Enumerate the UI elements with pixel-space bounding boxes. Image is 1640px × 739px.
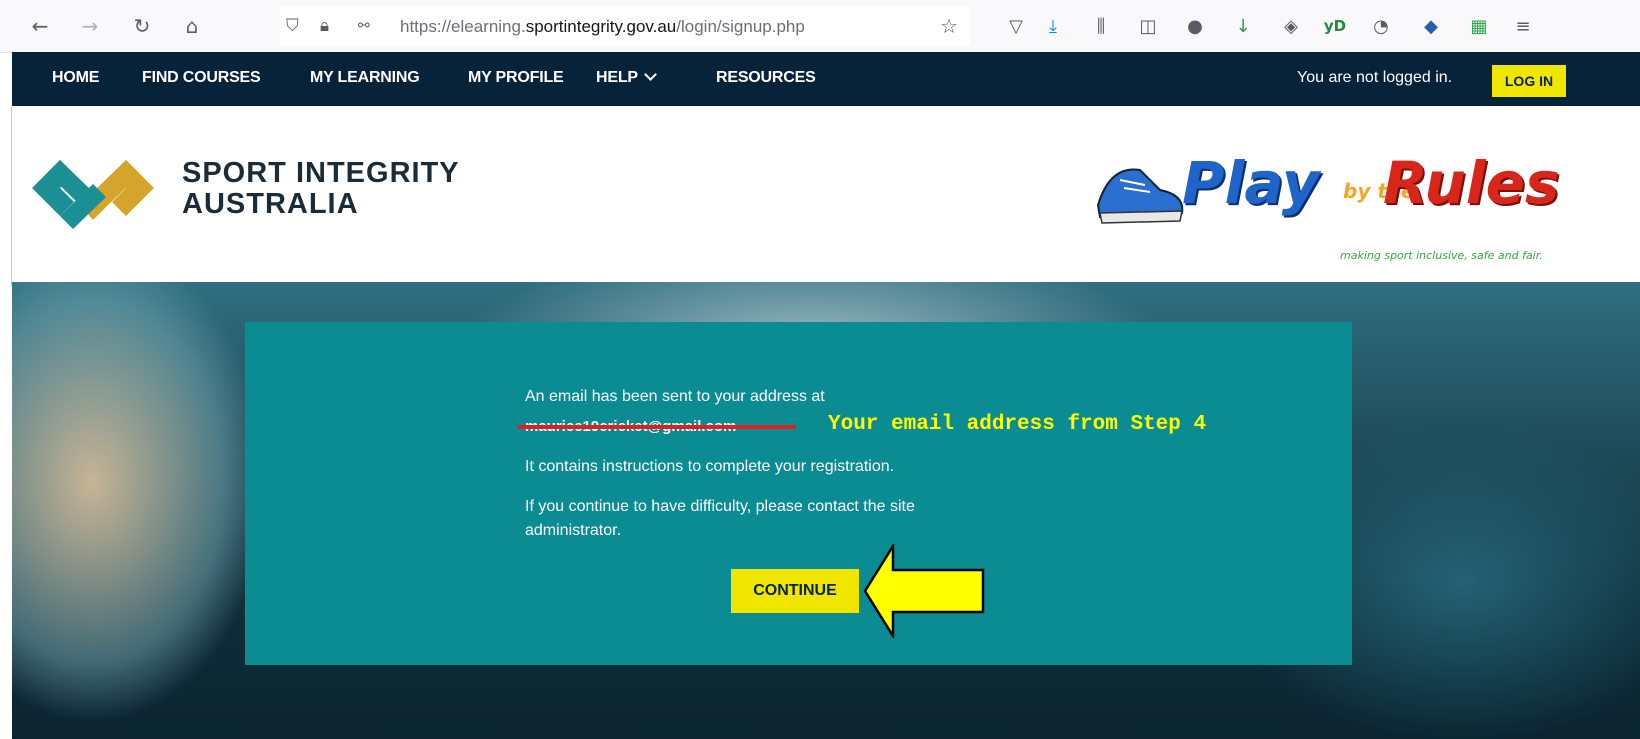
nav-home[interactable]: HOME xyxy=(52,69,99,87)
annotation-text: Your email address from Step 4 xyxy=(828,413,1207,436)
nav-my-profile[interactable]: MY PROFILE xyxy=(468,69,564,87)
brand-title[interactable]: SPORT INTEGRITY AUSTRALIA xyxy=(182,158,482,220)
download-arrow-icon[interactable]: ↓ xyxy=(1230,12,1256,40)
play-text: Play xyxy=(1182,149,1320,217)
login-status: You are not logged in. xyxy=(1297,69,1453,86)
continue-button[interactable]: CONTINUE xyxy=(731,569,859,613)
red-underline-annotation xyxy=(518,425,796,429)
message-line-1: An email has been sent to your address a… xyxy=(525,388,825,405)
extension-2-icon[interactable]: ◈ xyxy=(1278,12,1304,40)
hero-background: An email has been sent to your address a… xyxy=(12,282,1640,739)
permissions-icon[interactable]: ⚯ xyxy=(358,18,370,34)
back-icon[interactable]: ← xyxy=(26,12,54,40)
chevron-down-icon xyxy=(644,68,657,81)
nav-resources[interactable]: RESOURCES xyxy=(716,69,816,87)
addon-icon[interactable]: ◆ xyxy=(1418,12,1444,40)
library-icon[interactable]: ⫼ xyxy=(1088,12,1114,40)
nav-help-label: HELP xyxy=(596,69,638,86)
login-button[interactable]: LOG IN xyxy=(1492,65,1566,97)
url-bar[interactable]: ⛉ 🔒︎ ⚯ https://elearning.sportintegrity.… xyxy=(280,6,970,46)
brand-line-1: SPORT INTEGRITY xyxy=(182,157,460,189)
extension-icon[interactable]: ● xyxy=(1182,12,1208,40)
sport-integrity-logo-icon[interactable] xyxy=(30,140,156,236)
play-by-the-rules-logo[interactable]: Play by the Rules making sport inclusive… xyxy=(1090,135,1560,265)
nav-help[interactable]: HELP xyxy=(596,68,657,87)
download-icon[interactable]: ⤓ xyxy=(1040,12,1066,40)
partner-tagline: making sport inclusive, safe and fair. xyxy=(1340,249,1543,262)
message-line-2: It contains instructions to complete you… xyxy=(525,458,895,475)
bookmark-star-icon[interactable]: ☆ xyxy=(940,14,958,38)
message-line-3: If you continue to have difficulty, plea… xyxy=(525,498,915,515)
browser-toolbar: ← → ↻ ⌂ ⛉ 🔒︎ ⚯ https://elearning.sportin… xyxy=(0,0,1640,53)
yellow-arrow-annotation-icon xyxy=(863,544,985,638)
message-card: An email has been sent to your address a… xyxy=(245,322,1352,665)
home-icon[interactable]: ⌂ xyxy=(178,12,206,40)
nav-find-courses[interactable]: FIND COURSES xyxy=(142,69,261,87)
yd-icon[interactable]: yD xyxy=(1322,12,1348,40)
shield-icon[interactable]: ⛉ xyxy=(286,16,299,36)
site-nav: HOME FIND COURSES MY LEARNING MY PROFILE… xyxy=(12,52,1640,106)
nav-my-learning[interactable]: MY LEARNING xyxy=(310,69,420,87)
sheet-icon[interactable]: ▦ xyxy=(1466,12,1492,40)
sidebar-icon[interactable]: ◫ xyxy=(1135,12,1161,40)
menu-icon[interactable]: ≡ xyxy=(1510,12,1536,40)
rules-text: Rules xyxy=(1383,149,1560,217)
url-text[interactable]: https://elearning.sportintegrity.gov.au/… xyxy=(400,17,805,37)
reload-icon[interactable]: ↻ xyxy=(128,12,156,40)
brand-line-2: AUSTRALIA xyxy=(182,188,359,220)
page-divider xyxy=(11,106,12,286)
lock-icon[interactable]: 🔒︎ xyxy=(320,16,329,36)
sync-icon[interactable]: ◔ xyxy=(1368,12,1394,40)
sneaker-icon xyxy=(1096,168,1184,224)
forward-icon[interactable]: → xyxy=(76,12,104,40)
message-line-4: administrator. xyxy=(525,522,622,539)
pocket-icon[interactable]: ▽ xyxy=(1003,12,1029,40)
